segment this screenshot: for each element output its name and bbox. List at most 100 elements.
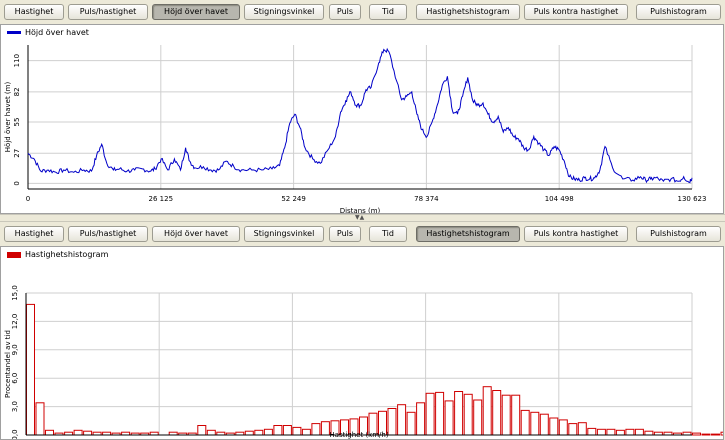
- histogram-bar: [406, 411, 416, 436]
- y-tick-label: 82: [13, 87, 21, 96]
- bottom-tab-stigningsvinkel[interactable]: Stigningsvinkel: [244, 226, 324, 242]
- histogram-bar: [473, 399, 483, 436]
- histogram-bar: [463, 393, 473, 436]
- elevation-panel: Hastighet Puls/hastighet Höjd över havet St…: [0, 0, 725, 214]
- x-axis-title: Hastighet (km/h): [329, 431, 388, 439]
- bottom-tab-hojd-over-havet[interactable]: Höjd över havet: [152, 226, 240, 242]
- histogram-bar: [425, 392, 435, 436]
- histogram-bar: [711, 433, 720, 436]
- x-tick-label: 42,0: [418, 438, 434, 439]
- elevation-plot-area: Höjd över havet 0 26 125 52 249 78 374 104 4…: [0, 24, 724, 214]
- y-tick-label: 0,0: [11, 429, 19, 439]
- y-tick-label: 15,0: [11, 285, 19, 301]
- histogram-bar: [83, 430, 93, 436]
- bottom-tab-hastighet[interactable]: Hastighet: [4, 226, 64, 242]
- histogram-bar: [301, 428, 311, 436]
- bottom-tab-puls[interactable]: Puls: [329, 226, 361, 242]
- histogram-bar: [625, 428, 635, 436]
- top-tab-puls-hastighet[interactable]: Puls/hastighet: [68, 4, 148, 20]
- histogram-bar: [73, 429, 83, 436]
- y-tick-label: 110: [13, 54, 21, 67]
- y-tick-label: 9,0: [11, 344, 19, 355]
- histogram-bar: [644, 430, 654, 436]
- histogram-bar: [587, 427, 597, 436]
- x-tick-label: 130 623: [678, 195, 707, 203]
- histogram-bar: [435, 391, 445, 436]
- histogram-bar: [596, 428, 606, 436]
- histogram-bar: [282, 425, 292, 436]
- histogram-bar: [26, 303, 35, 436]
- histogram-bar: [387, 408, 397, 436]
- histogram-panel: Hastighet Puls/hastighet Höjd över havet St…: [0, 222, 725, 440]
- histogram-bar: [568, 423, 578, 436]
- histogram-bar: [45, 429, 54, 436]
- histogram-bar: [539, 413, 549, 436]
- top-tab-tid[interactable]: Tid: [369, 4, 407, 20]
- top-tab-hastighet[interactable]: Hastighet: [4, 4, 64, 20]
- bottom-tab-hastighetshistogram[interactable]: Hastighetshistogram: [416, 226, 520, 242]
- x-tick-label: 28,0: [285, 438, 301, 439]
- histogram-bar: [634, 428, 644, 436]
- x-tick-label: 0,0: [20, 438, 31, 439]
- histogram-bar: [244, 430, 254, 436]
- panel-splitter[interactable]: ▼▲: [0, 214, 725, 222]
- x-tick-label: 0: [26, 195, 30, 203]
- top-tab-hastighetshistogram[interactable]: Hastighetshistogram: [416, 4, 520, 20]
- histogram-bar: [615, 429, 625, 436]
- histogram-bar: [292, 426, 302, 436]
- histogram-bar: [701, 433, 711, 436]
- bottom-tab-pulshistogram[interactable]: Pulshistogram: [636, 226, 721, 242]
- histogram-bar: [501, 394, 511, 436]
- y-axis-title: Höjd över havet (m): [4, 82, 12, 153]
- histogram-bar: [720, 431, 723, 436]
- bottom-tab-tid[interactable]: Tid: [369, 226, 407, 242]
- histogram-bar: [530, 411, 540, 436]
- histogram-bar: [397, 404, 407, 436]
- x-tick-label: 104 498: [545, 195, 574, 203]
- histogram-bar: [263, 428, 273, 436]
- histogram-chart: 0,0 3,0 6,0 9,0 12,0 15,0 0,0 14,0 28,0 42,0 56,0 7…: [4, 285, 723, 439]
- bottom-tab-puls-hastighet[interactable]: Puls/hastighet: [68, 226, 148, 242]
- elevation-series-line: [27, 47, 693, 184]
- x-tick-label: 26 125: [149, 195, 174, 203]
- x-tick-label: 70,0: [684, 438, 700, 439]
- y-tick-label: 0: [13, 181, 21, 185]
- bottom-tab-bar: Hastighet Puls/hastighet Höjd över havet St…: [0, 222, 725, 246]
- top-tab-puls-kontra-hastighet[interactable]: Puls kontra hastighet: [524, 4, 628, 20]
- elevation-chart: 0 26 125 52 249 78 374 104 498 130 623 0 27 55 82…: [4, 45, 707, 213]
- y-tick-label: 3,0: [11, 401, 19, 412]
- histogram-bar: [416, 402, 426, 436]
- histogram-bar: [206, 429, 216, 436]
- histogram-bar: [254, 429, 264, 436]
- histogram-bar: [197, 425, 207, 436]
- histogram-bar: [273, 425, 283, 436]
- top-tab-puls[interactable]: Puls: [329, 4, 361, 20]
- histogram-bar: [511, 394, 521, 436]
- histogram-plot-area: Hastighetshistogram 0,0 3,0 6,0 9,0 12,0 15,0…: [0, 246, 724, 440]
- histogram-bar: [35, 402, 45, 436]
- histogram-bar: [492, 390, 502, 436]
- histogram-bar: [454, 391, 464, 436]
- histogram-bar: [311, 423, 321, 436]
- top-tab-stigningsvinkel[interactable]: Stigningsvinkel: [244, 4, 324, 20]
- histogram-bar: [482, 386, 492, 436]
- x-axis-title: Distans (m): [340, 207, 381, 213]
- y-tick-label: 27: [13, 149, 21, 158]
- bottom-tab-puls-kontra-hastighet[interactable]: Puls kontra hastighet: [524, 226, 628, 242]
- y-tick-label: 12,0: [11, 314, 19, 330]
- histogram-bar: [320, 421, 330, 436]
- top-tab-pulshistogram[interactable]: Pulshistogram: [636, 4, 721, 20]
- x-tick-label: 56,0: [551, 438, 567, 439]
- histogram-bar: [558, 419, 568, 436]
- histogram-bar: [606, 428, 616, 436]
- y-axis-title: Procentandel av tid: [4, 330, 12, 398]
- histogram-bar: [549, 417, 559, 436]
- histogram-bar: [692, 432, 701, 436]
- x-tick-label: 78 374: [414, 195, 439, 203]
- y-tick-label: 55: [13, 118, 21, 127]
- top-tab-hojd-over-havet[interactable]: Höjd över havet: [152, 4, 240, 20]
- x-tick-label: 14,0: [151, 438, 167, 439]
- collapse-arrows-icon[interactable]: ▼▲: [355, 215, 364, 221]
- histogram-bar: [444, 400, 454, 436]
- histogram-bar: [520, 409, 530, 436]
